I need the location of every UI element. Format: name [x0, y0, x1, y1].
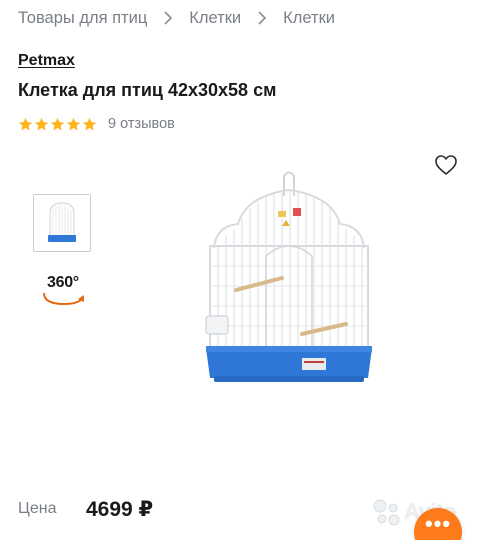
rotate-360-icon — [43, 292, 84, 306]
breadcrumb-item-cages[interactable]: Клетки — [189, 9, 241, 28]
product-rating[interactable]: 9 отзывов — [18, 114, 175, 134]
view-360-button[interactable]: 360° — [38, 273, 88, 309]
breadcrumb-item-cages-sub[interactable]: Клетки — [283, 9, 335, 28]
star-icon — [82, 117, 97, 130]
reviews-link[interactable]: 9 отзывов — [108, 116, 175, 132]
avito-logo-icon — [373, 499, 400, 526]
price-label: Цена — [18, 500, 57, 517]
heart-outline-icon[interactable] — [434, 154, 458, 176]
product-image[interactable] — [196, 166, 382, 396]
price-value: 4699 ₽ — [86, 498, 154, 521]
cage-thumbnail-image — [48, 202, 76, 242]
brand-link[interactable]: Petmax — [18, 52, 75, 70]
rating-stars — [18, 117, 97, 132]
chevron-right-icon — [249, 10, 275, 26]
star-icon — [66, 117, 81, 130]
star-icon — [34, 117, 49, 130]
product-title: Клетка для птиц 42x30x58 см — [18, 80, 277, 100]
chevron-right-icon — [155, 10, 181, 26]
breadcrumb-item-bird-goods[interactable]: Товары для птиц — [18, 9, 147, 28]
breadcrumb: Товары для птиц Клетки Клетки — [18, 7, 335, 29]
star-icon — [18, 117, 33, 130]
more-dots-icon: ••• — [424, 511, 452, 536]
gallery-thumbnail[interactable] — [33, 194, 91, 252]
star-icon — [50, 117, 65, 130]
